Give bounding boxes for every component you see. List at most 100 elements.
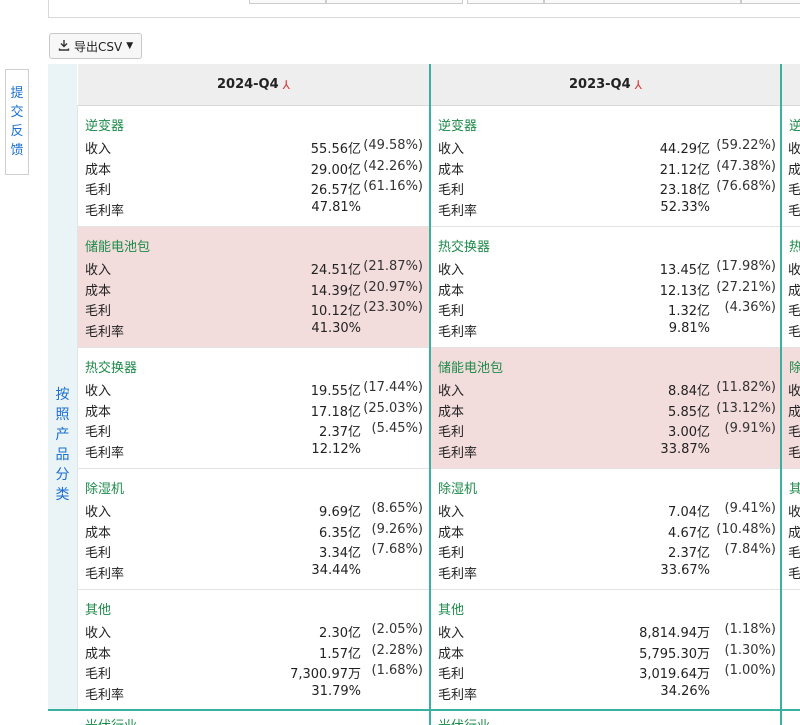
- metric-label: 毛利率: [438, 203, 478, 219]
- metric-value: 5.85亿: [668, 404, 710, 420]
- category-name[interactable]: 除湿机: [85, 478, 124, 497]
- metric-value: 12.13亿: [659, 283, 710, 299]
- metric-share: (42.26%): [363, 158, 423, 174]
- metric-label-partial: 毛: [788, 546, 800, 561]
- metric-label: 成本: [438, 162, 465, 178]
- category-name[interactable]: 热交换器: [85, 357, 137, 376]
- metric-row: 成本 17.18亿 (25.03%): [85, 401, 436, 421]
- metric-label-partial: 毛: [788, 203, 800, 219]
- category-cell-partial: 逆收成毛毛: [782, 106, 800, 227]
- category-name[interactable]: 储能电池包: [438, 357, 503, 376]
- category-name[interactable]: 除湿机: [438, 478, 477, 497]
- metric-label-partial: 毛: [788, 183, 800, 198]
- metric-value: 23.18亿: [659, 183, 710, 198]
- metric-row: 成本 1.57亿 (2.28%): [85, 643, 436, 663]
- metric-label: 成本: [438, 525, 465, 541]
- metric-row: 成本 12.13亿 (27.21%): [438, 280, 787, 300]
- metric-label-partial: 收: [788, 142, 800, 157]
- metric-row: 毛利 2.37亿 (7.84%): [438, 542, 787, 562]
- metric-row: 收入 2.30亿 (2.05%): [85, 622, 436, 642]
- metric-share: (9.41%): [724, 501, 776, 516]
- row-header-text: 按照产品分类: [55, 387, 70, 503]
- period-column-partial: 逆收成毛毛热收成毛毛除收成毛毛其收成毛毛: [782, 64, 800, 725]
- metric-value: 2.37亿: [319, 425, 361, 440]
- metric-label: 毛利率: [85, 566, 125, 582]
- metric-label: 毛利率: [85, 324, 125, 340]
- category-name[interactable]: 储能电池包: [85, 236, 150, 255]
- metric-share: (49.58%): [363, 138, 423, 153]
- feedback-button[interactable]: 提交反馈: [5, 69, 29, 175]
- metric-value: 31.79%: [311, 683, 361, 699]
- metric-label: 收入: [85, 263, 112, 278]
- caret-down-icon: ▼: [126, 41, 134, 51]
- category-name[interactable]: 逆变器: [85, 115, 124, 134]
- filter-tab[interactable]: [326, 0, 463, 4]
- metric-label: 毛利: [85, 546, 112, 561]
- metric-row: 成本 14.39亿 (20.97%): [85, 280, 436, 300]
- category-cell-partial: 除收成毛毛: [782, 348, 800, 469]
- metric-share: (27.21%): [716, 279, 776, 295]
- metric-row: 毛利 1.32亿 (4.36%): [438, 300, 787, 320]
- metric-value: 34.26%: [660, 683, 710, 699]
- period-header[interactable]: 2023-Q4 ⅄: [431, 64, 780, 106]
- period-column: 2023-Q4 ⅄ 逆变器 收入 44.29亿 (59.22%) 成本 21.12亿 (47.3…: [431, 64, 782, 725]
- category-name[interactable]: 热交换器: [438, 236, 490, 255]
- metric-row-partial: 毛: [788, 542, 800, 562]
- metric-value: 3.00亿: [668, 425, 710, 440]
- metric-value: 34.44%: [311, 562, 361, 578]
- metric-value: 26.57亿: [310, 183, 361, 198]
- category-cell: 其他 收入 8,814.94万 (1.18%) 成本 5,795.30万 (1.30%) 毛利…: [431, 590, 780, 711]
- period-header[interactable]: 2024-Q4 ⅄: [78, 64, 429, 106]
- metric-row: 毛利 7,300.97万 (1.68%): [85, 663, 436, 683]
- metric-share: (23.30%): [363, 300, 423, 315]
- metric-label: 毛利率: [438, 445, 478, 461]
- metric-row-partial: 毛: [788, 563, 800, 583]
- feedback-label: 提交反馈: [10, 86, 24, 158]
- table-corner: [48, 64, 77, 106]
- filter-tab[interactable]: [741, 0, 800, 4]
- pdf-icon[interactable]: ⅄: [283, 78, 290, 92]
- period-label: 2023-Q4: [568, 77, 631, 92]
- category-cell-partial: 其收成毛毛: [782, 469, 800, 590]
- metric-share: (2.05%): [371, 622, 423, 637]
- metric-row-partial: 毛: [788, 321, 800, 341]
- metric-share: (13.12%): [716, 400, 776, 416]
- metric-row: 毛利 10.12亿 (23.30%): [85, 300, 436, 320]
- category-name[interactable]: 逆变器: [438, 115, 477, 134]
- metric-row: 毛利 3,019.64万 (1.00%): [438, 663, 787, 683]
- metric-label-partial: 收: [788, 263, 800, 278]
- metric-share: (47.38%): [716, 158, 776, 174]
- metric-share: (59.22%): [716, 138, 776, 153]
- metric-row: 收入 9.69亿 (8.65%): [85, 501, 436, 521]
- metric-label: 毛利: [85, 304, 112, 319]
- category-cell: 其他 收入 2.30亿 (2.05%) 成本 1.57亿 (2.28%) 毛利 7,300.97…: [78, 590, 429, 711]
- metric-value: 1.32亿: [668, 304, 710, 319]
- metric-label: 毛利: [438, 425, 465, 440]
- category-name-partial: 其: [789, 482, 800, 497]
- metric-row: 毛利 3.34亿 (7.68%): [85, 542, 436, 562]
- category-name[interactable]: 其他: [438, 599, 464, 618]
- metric-value: 7,300.97万: [290, 667, 361, 682]
- metric-share: (76.68%): [716, 179, 776, 194]
- metric-row: 成本 21.12亿 (47.38%): [438, 159, 787, 179]
- metric-row-partial: 成: [788, 280, 800, 300]
- category-name[interactable]: 其他: [85, 599, 111, 618]
- metric-value: 2.37亿: [668, 546, 710, 561]
- metric-value: 17.18亿: [310, 404, 361, 420]
- filter-tab[interactable]: [544, 0, 741, 4]
- filter-tab[interactable]: [467, 0, 544, 4]
- export-csv-button[interactable]: 导出CSV ▼: [49, 33, 143, 59]
- metric-row-partial: 收: [788, 501, 800, 521]
- metric-row: 毛利 2.37亿 (5.45%): [85, 421, 436, 441]
- category-cell: 逆变器 收入 44.29亿 (59.22%) 成本 21.12亿 (47.38%) 毛利 23.…: [431, 106, 780, 227]
- metric-label: 成本: [85, 162, 112, 178]
- metric-row: 成本 5,795.30万 (1.30%): [438, 643, 787, 663]
- download-icon: [58, 39, 70, 54]
- metric-value: 55.56亿: [310, 142, 361, 157]
- metric-row: 收入 8.84亿 (11.82%): [438, 380, 787, 400]
- pdf-icon[interactable]: ⅄: [635, 78, 642, 92]
- metric-label-partial: 毛: [788, 425, 800, 440]
- metric-label: 收入: [85, 384, 112, 399]
- metric-label: 成本: [438, 404, 465, 420]
- filter-tab[interactable]: [249, 0, 326, 4]
